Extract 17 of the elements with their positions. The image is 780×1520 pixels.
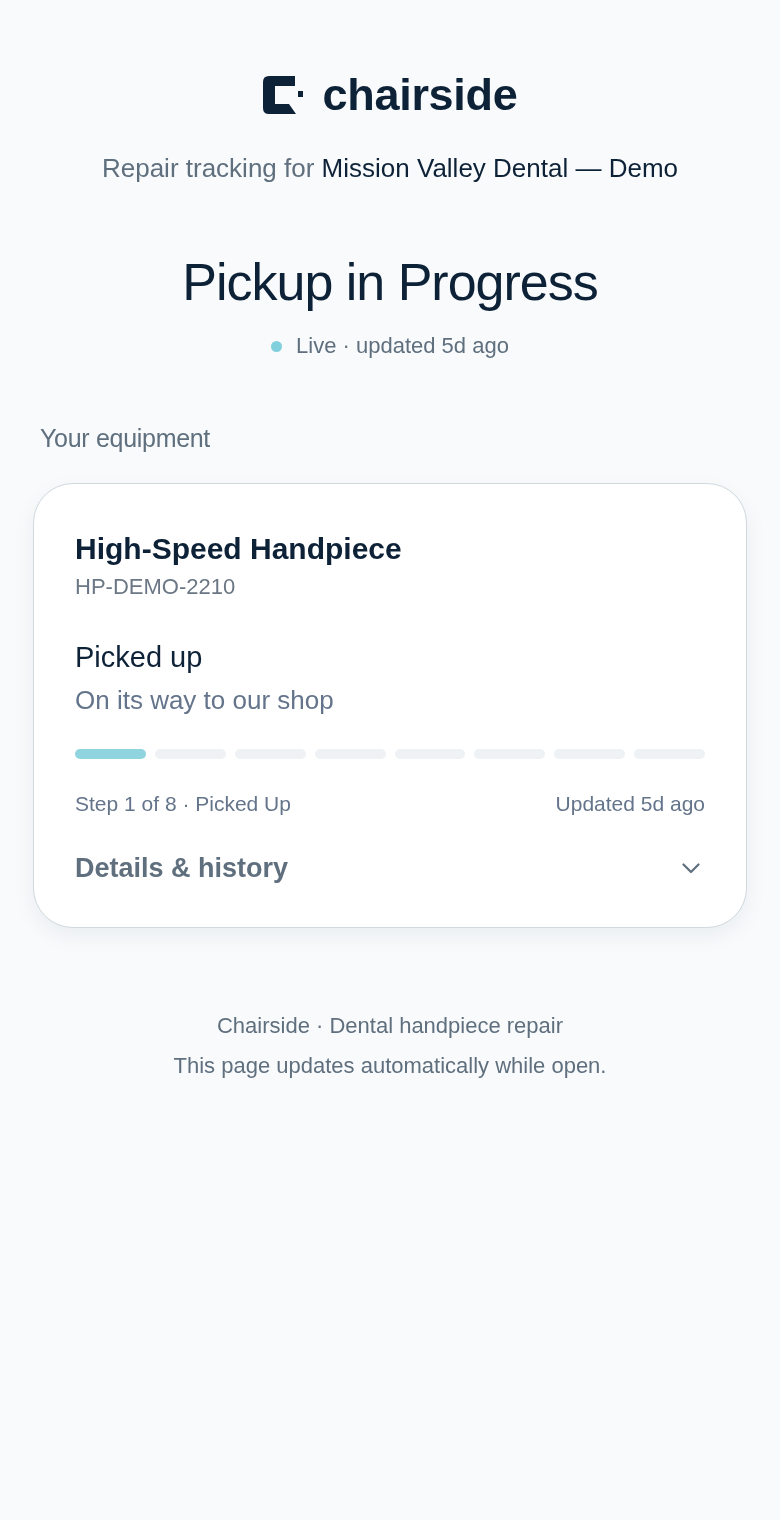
status-description: On its way to our shop [75,684,335,717]
section-label: Your equipment [39,423,211,454]
brand-name: chairside [322,73,518,117]
equipment-name: High-Speed Handpiece [75,531,403,567]
chevron-icon [682,862,700,874]
live-status-text: Live · updated 5d ago [296,332,509,360]
repair-tracking-subtitle: Repair tracking for Mission Valley Dental — Demo [100,152,680,185]
updated-text: Updated 5d ago [555,791,705,817]
live-status-dot-icon [271,340,283,352]
details-toggle[interactable]: Details & history [75,850,705,886]
status-heading: Picked up [75,640,204,675]
footer-text: This page updates automatically while open. [172,1052,608,1080]
step-text: Step 1 of 8 · Picked Up [75,791,291,817]
serial-number: HP-DEMO-2210 [75,573,237,601]
page-title: Pickup in Progress [181,252,599,312]
logo-icon [262,76,303,114]
footer-text: Chairside · Dental handpiece repair [215,1012,565,1040]
